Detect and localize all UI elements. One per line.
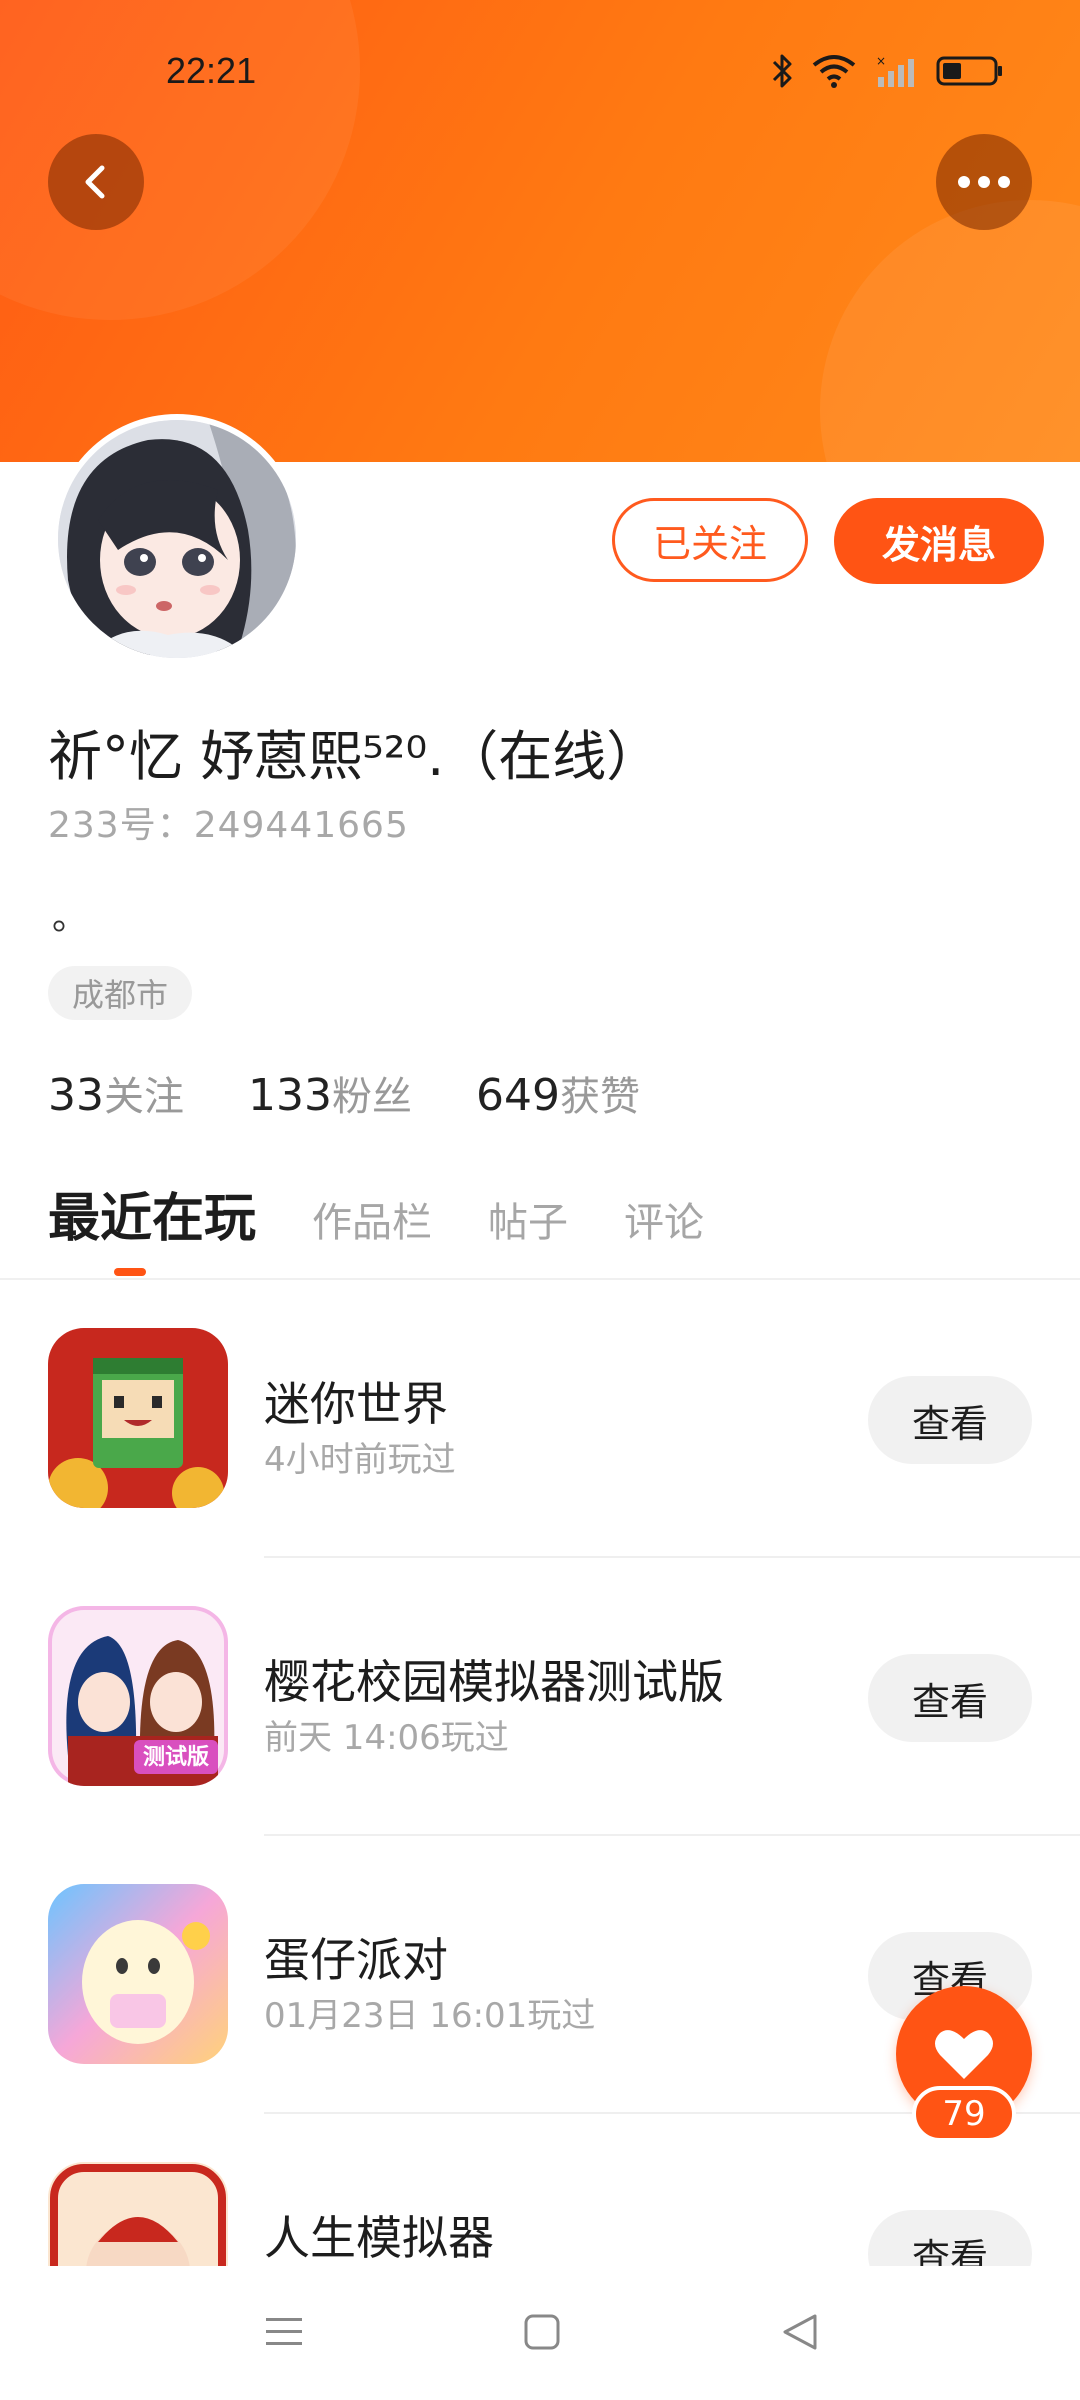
user-id: 233号：249441665 [48, 805, 409, 846]
menu-icon [266, 2318, 302, 2345]
list-item[interactable]: 测试版 樱花校园模拟器测试版 前天 14:06玩过 查看 [0, 1558, 1080, 1836]
game-icon [48, 1884, 228, 2064]
game-last-played: 前天 14:06玩过 [264, 1718, 509, 1758]
stat-label: 粉丝 [331, 1074, 412, 1120]
tab-recently-played[interactable]: 最近在玩 [48, 1176, 256, 1251]
heart-icon [935, 2030, 993, 2079]
home-icon [524, 2314, 560, 2350]
username: 祈°忆 妤蒽熙⁵²⁰.（在线） [48, 725, 661, 788]
status-bar: 22:21 × [0, 0, 1080, 140]
stat-number: 33 [48, 1070, 104, 1121]
wifi-icon [812, 55, 856, 88]
active-tab-indicator [114, 1268, 146, 1276]
game-last-played: 4小时前玩过 [264, 1440, 456, 1480]
list-item[interactable]: 人生模拟器 查看 [0, 2114, 1080, 2266]
profile-tabs: 最近在玩 作品栏 帖子 评论 [48, 1176, 704, 1251]
game-last-played: 01月23日 16:01玩过 [264, 1996, 596, 2036]
status-icons: × [770, 52, 1004, 90]
signal-icon: × [876, 54, 914, 87]
tab-works[interactable]: 作品栏 [312, 1190, 432, 1248]
system-nav-bar [0, 2266, 1080, 2400]
svg-text:×: × [876, 54, 886, 68]
game-badge-text: 测试版 [143, 1745, 209, 1770]
game-name: 人生模拟器 [264, 2211, 494, 2265]
status-time: 22:21 [166, 50, 257, 91]
stat-number: 133 [248, 1070, 332, 1121]
stat-fans[interactable]: 133粉丝 [248, 1064, 412, 1122]
send-message-button[interactable]: 发消息 [834, 498, 1044, 584]
follow-button[interactable]: 已关注 [612, 498, 808, 582]
back-arrow-icon [85, 165, 105, 199]
stat-label: 获赞 [559, 1074, 640, 1120]
back-nav-button[interactable] [780, 2312, 820, 2352]
stat-number: 649 [475, 1070, 560, 1121]
game-icon: 测试版 [48, 1606, 228, 1786]
avatar-image [58, 420, 296, 658]
menu-nav-button[interactable] [264, 2312, 304, 2352]
avatar[interactable] [52, 414, 302, 664]
like-count: 79 [912, 2086, 1016, 2142]
stat-following[interactable]: 33关注 [48, 1064, 184, 1122]
profile-header-banner: 22:21 × [0, 0, 1080, 462]
view-button[interactable]: 查看 [868, 2210, 1032, 2266]
tab-posts[interactable]: 帖子 [488, 1190, 568, 1248]
tab-comments[interactable]: 评论 [624, 1190, 704, 1248]
back-button[interactable] [48, 134, 144, 230]
stat-likes[interactable]: 649获赞 [476, 1064, 640, 1122]
stats-row: 33关注 133粉丝 649获赞 [48, 1064, 640, 1122]
game-icon [48, 1328, 228, 1508]
back-nav-icon [783, 2314, 817, 2350]
game-name: 樱花校园模拟器测试版 [264, 1655, 724, 1709]
bluetooth-icon [772, 54, 792, 88]
game-name: 迷你世界 [264, 1377, 448, 1431]
home-nav-button[interactable] [522, 2312, 562, 2352]
more-button[interactable] [936, 134, 1032, 230]
view-button[interactable]: 查看 [868, 1654, 1032, 1742]
header-decoration [820, 200, 1080, 462]
stat-label: 关注 [104, 1074, 184, 1120]
game-name: 蛋仔派对 [264, 1933, 448, 1987]
game-icon [48, 2162, 228, 2266]
list-item[interactable]: 迷你世界 4小时前玩过 查看 [0, 1280, 1080, 1558]
view-button[interactable]: 查看 [868, 1376, 1032, 1464]
location-tag: 成都市 [48, 966, 193, 1020]
battery-icon [936, 56, 1002, 86]
bio-text: 。 [52, 897, 89, 938]
more-icon [958, 176, 1010, 188]
